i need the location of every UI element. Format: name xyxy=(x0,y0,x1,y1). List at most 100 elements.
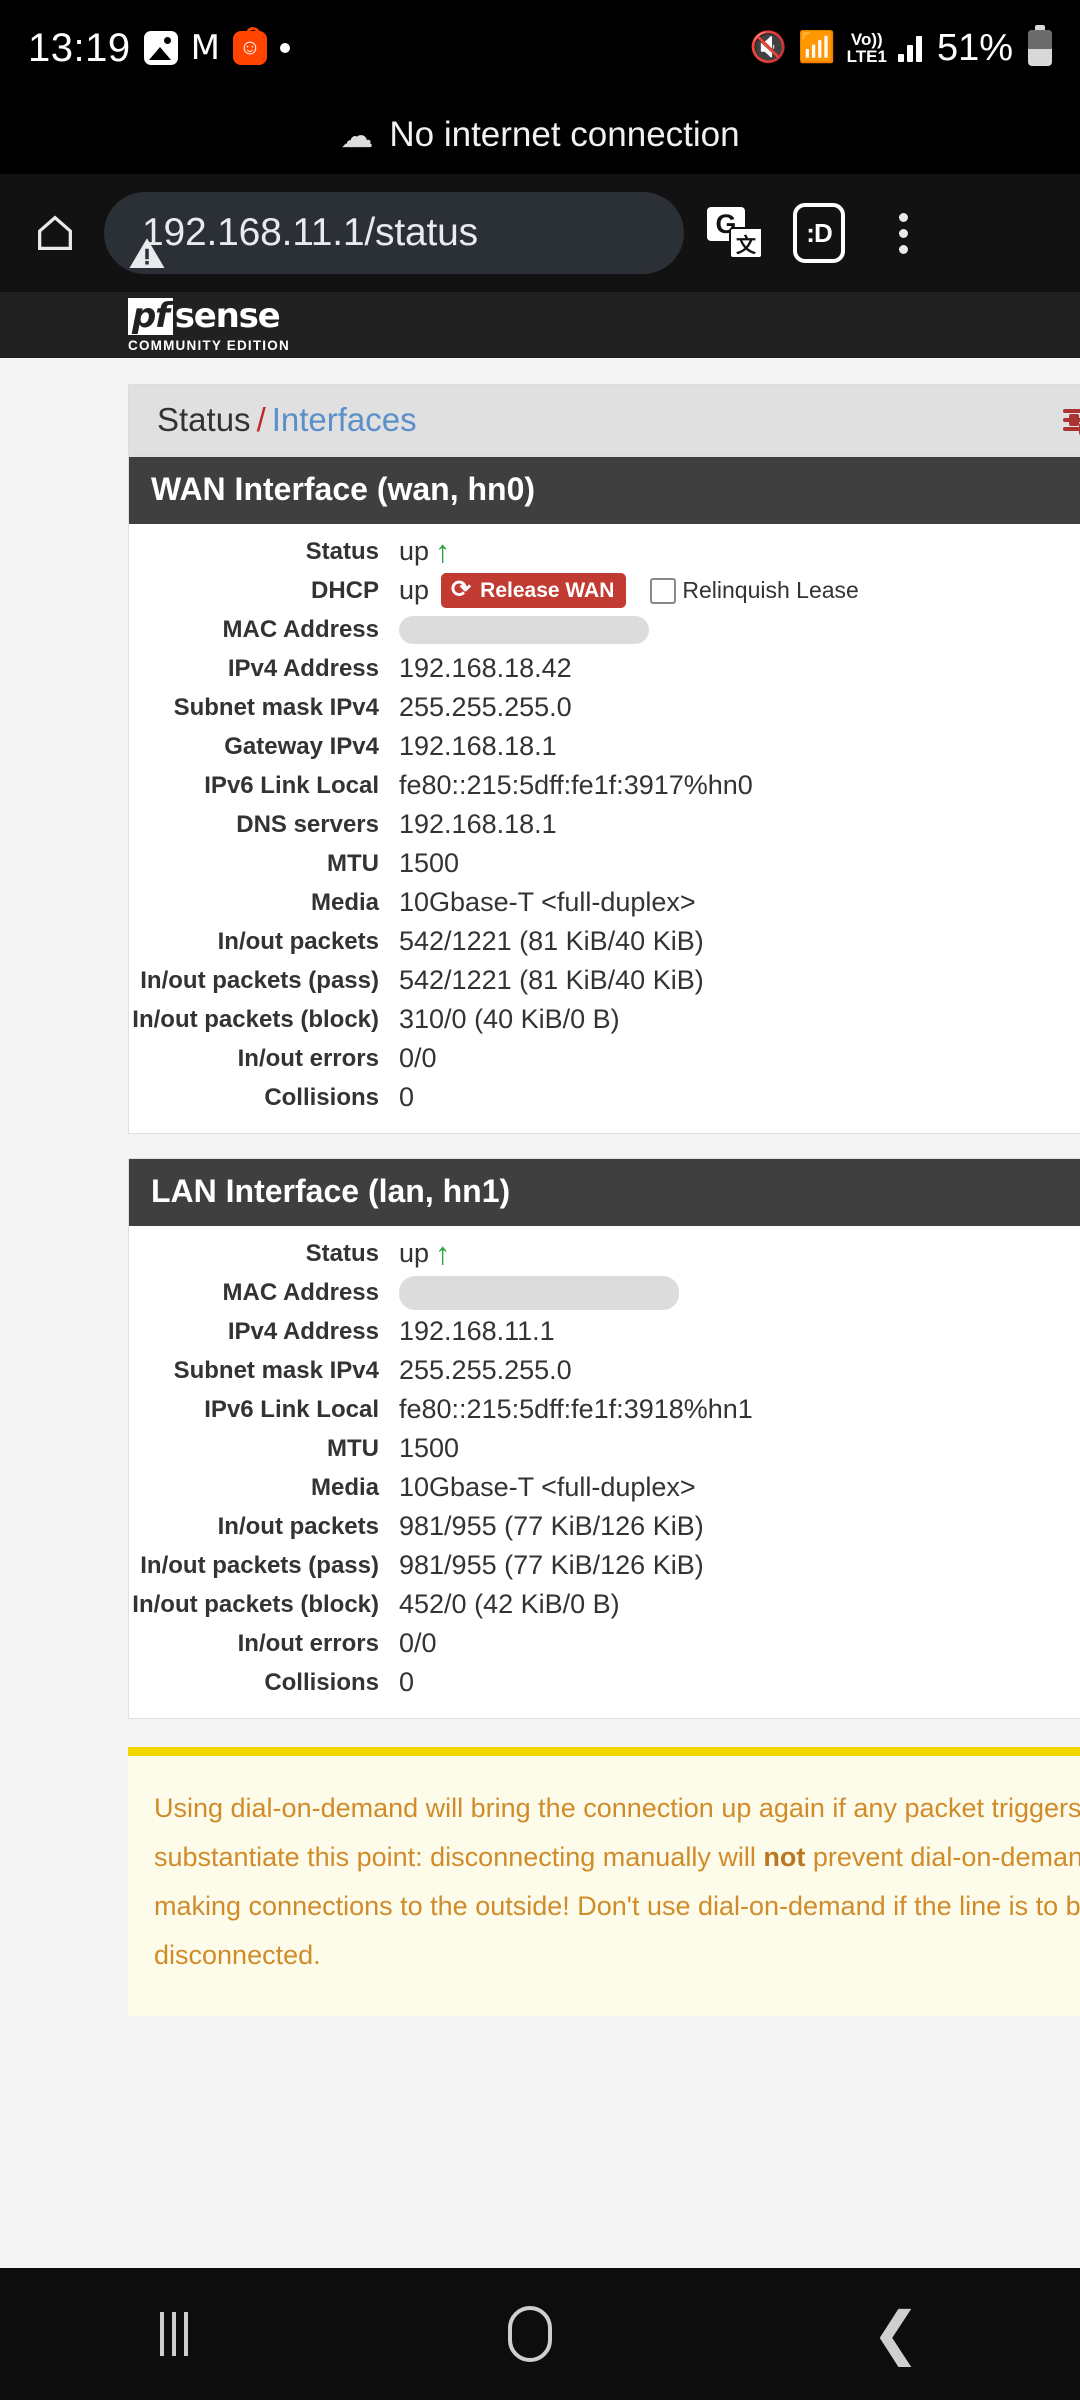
row-value: 981/955 (77 KiB/126 KiB) xyxy=(399,1511,704,1541)
row-label: IPv4 Address xyxy=(227,655,379,682)
alert-line-2c: prevent dial-on-deman xyxy=(805,1842,1080,1872)
row-value: 192.168.18.1 xyxy=(399,731,557,761)
arrow-up-icon: ↑ xyxy=(435,534,451,569)
table-row: DNS servers 192.168.18.1 xyxy=(129,805,1080,844)
home-circle-icon[interactable] xyxy=(507,2306,552,2362)
lan-status-value: up xyxy=(399,1238,430,1268)
table-row: Status up ↑ xyxy=(129,1234,1080,1273)
android-nav-bar: ❮ xyxy=(0,2268,1080,2400)
webpage-viewport: pf sense COMMUNITY EDITION Status / Interfa… xyxy=(0,292,1080,2268)
row-label: Media xyxy=(310,889,379,916)
row-label: In/out errors xyxy=(237,1045,379,1072)
row-label: DHCP xyxy=(310,577,379,604)
row-label: Status xyxy=(305,538,379,565)
breadcrumb-bar: Status / Interfaces xyxy=(128,384,1080,456)
offline-banner-label: No internet connection xyxy=(389,115,740,154)
table-row: In/out packets 981/955 (77 KiB/126 KiB) xyxy=(129,1507,1080,1546)
row-value: up ⟳ Release WAN Relinquish Lease xyxy=(399,572,859,609)
row-value: 1500 xyxy=(399,848,460,878)
row-value: 981/955 (77 KiB/126 KiB) xyxy=(399,1550,704,1580)
sliders-filter-icon[interactable] xyxy=(1063,409,1080,435)
overflow-menu-icon[interactable] xyxy=(870,200,936,266)
volte-top-label: Vo)) xyxy=(850,30,883,49)
photos-icon xyxy=(143,31,178,65)
row-value: 0/0 xyxy=(399,1043,437,1073)
row-value: 452/0 (42 KiB/0 B) xyxy=(399,1589,620,1619)
row-label: Subnet mask IPv4 xyxy=(173,694,379,721)
release-wan-label: Release WAN xyxy=(480,578,615,602)
table-row: In/out packets (block) 310/0 (40 KiB/0 B) xyxy=(129,1000,1080,1039)
wan-dhcp-value: up xyxy=(399,575,430,605)
row-value: 255.255.255.0 xyxy=(399,692,572,722)
status-bar-left: 13:19 M ☺ xyxy=(28,26,290,71)
row-label: Collisions xyxy=(264,1669,379,1696)
url-text: 192.168.11.1/status xyxy=(142,211,478,254)
recents-icon[interactable] xyxy=(159,2312,188,2356)
table-row: MTU 1500 xyxy=(129,1429,1080,1468)
row-label: DNS servers xyxy=(236,811,379,838)
clock: 13:19 xyxy=(28,25,131,70)
relinquish-lease-checkbox[interactable] xyxy=(650,577,677,604)
translate-cjk-glyph: 文 xyxy=(729,227,763,259)
relinquish-lease-checkbox-wrap[interactable]: Relinquish Lease xyxy=(650,572,859,609)
table-row: MAC Address xyxy=(129,610,1080,649)
row-value: 310/0 (40 KiB/0 B) xyxy=(399,1004,620,1034)
table-row: In/out packets 542/1221 (81 KiB/40 KiB) xyxy=(129,922,1080,961)
signal-bars-icon xyxy=(897,34,922,62)
row-value xyxy=(399,611,649,644)
row-label: MAC Address xyxy=(222,616,379,643)
smiley-face-icon[interactable]: :D xyxy=(786,200,852,266)
table-row: In/out errors 0/0 xyxy=(129,1624,1080,1663)
translate-icon[interactable]: G 文 xyxy=(702,200,768,266)
row-value: 192.168.11.1 xyxy=(399,1316,555,1346)
row-label: In/out packets (block) xyxy=(132,1591,379,1618)
table-row: In/out packets (pass) 981/955 (77 KiB/126… xyxy=(129,1546,1080,1585)
gmail-icon: M xyxy=(190,28,220,68)
wan-status-value: up xyxy=(399,536,430,566)
breadcrumb-root[interactable]: Status xyxy=(157,401,251,438)
back-chevron-icon[interactable]: ❮ xyxy=(871,2305,920,2363)
table-row: Gateway IPv4 192.168.18.1 xyxy=(129,727,1080,766)
breadcrumb-separator: / xyxy=(256,401,266,438)
row-value: 10Gbase-T <full-duplex> xyxy=(399,1472,696,1502)
breadcrumb: Status / Interfaces xyxy=(157,401,417,439)
address-bar[interactable]: 192.168.11.1/status xyxy=(104,192,684,274)
row-value: 10Gbase-T <full-duplex> xyxy=(399,887,696,917)
table-row: In/out packets (pass) 542/1221 (81 KiB/40… xyxy=(129,961,1080,1000)
row-value: 0 xyxy=(399,1667,415,1697)
row-value: 192.168.18.1 xyxy=(399,809,557,839)
table-row: IPv4 Address 192.168.18.42 xyxy=(129,649,1080,688)
row-value: 255.255.255.0 xyxy=(399,1355,572,1385)
profile-label: :D xyxy=(793,203,845,263)
battery-percent-label: 51% xyxy=(936,26,1013,69)
breadcrumb-current[interactable]: Interfaces xyxy=(272,401,417,438)
relinquish-lease-label: Relinquish Lease xyxy=(682,577,859,603)
row-label: Subnet mask IPv4 xyxy=(173,1357,379,1384)
row-value: fe80::215:5dff:fe1f:3917%hn0 xyxy=(399,770,753,800)
table-row: IPv6 Link Local fe80::215:5dff:fe1f:3918%… xyxy=(129,1390,1080,1429)
android-status-bar: 13:19 M ☺ 🔇 📶 Vo)) LTE1 51% xyxy=(0,0,1080,96)
table-row: Media 10Gbase-T <full-duplex> xyxy=(129,1468,1080,1507)
row-value xyxy=(399,1274,679,1310)
battery-icon xyxy=(1028,30,1052,66)
redacted-mac-address xyxy=(399,1276,679,1310)
alert-line-4: disconnected. xyxy=(154,1940,321,1970)
alert-line-3: making connections to the outside! Don't… xyxy=(154,1891,1080,1921)
row-value: 192.168.18.42 xyxy=(399,653,572,683)
phone-screen: 13:19 M ☺ 🔇 📶 Vo)) LTE1 51% ☁ No interne… xyxy=(0,0,1080,2400)
alert-emphasis: not xyxy=(763,1842,806,1872)
table-row: IPv6 Link Local fe80::215:5dff:fe1f:3917%… xyxy=(129,766,1080,805)
pfsense-logo[interactable]: pf sense COMMUNITY EDITION xyxy=(128,297,290,353)
refresh-icon: ⟳ xyxy=(451,576,472,603)
table-row: Subnet mask IPv4 255.255.255.0 xyxy=(129,1351,1080,1390)
mute-icon: 🔇 xyxy=(749,31,788,64)
home-icon[interactable] xyxy=(24,210,86,256)
wan-panel-body: Status up ↑ DHCP up ⟳ Release WAN Relinq… xyxy=(129,524,1080,1133)
lan-panel-title: LAN Interface (lan, hn1) xyxy=(129,1159,1080,1226)
release-wan-button[interactable]: ⟳ Release WAN xyxy=(441,573,627,608)
alert-line-2a: substantiate this point: disconnecting m… xyxy=(154,1842,764,1872)
page-content: Status / Interfaces WAN Interface (wan, hn… xyxy=(0,384,1080,2016)
row-value: 1500 xyxy=(399,1433,460,1463)
table-row: MAC Address xyxy=(129,1273,1080,1312)
table-row: In/out packets (block) 452/0 (42 KiB/0 B) xyxy=(129,1585,1080,1624)
